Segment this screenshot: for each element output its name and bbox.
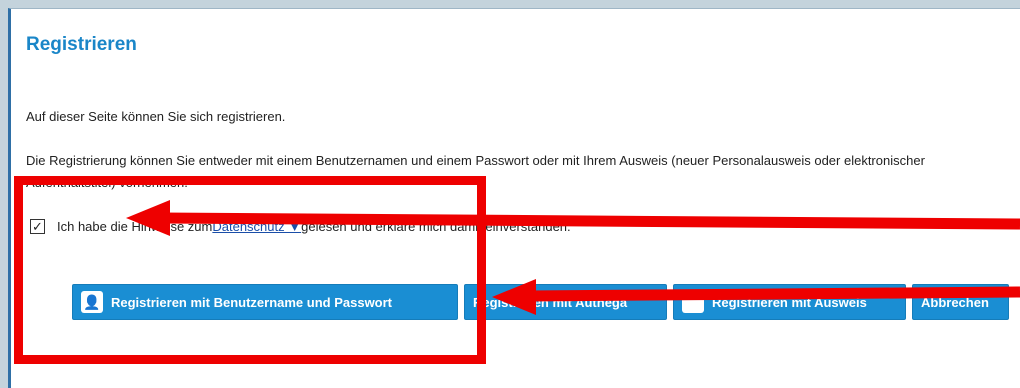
annotation-arrow-bottom [529,286,1020,302]
annotation-arrow-top [159,212,1020,230]
annotation-arrows [126,200,1020,315]
annotation-arrowhead-bottom [492,279,536,315]
annotation-arrowhead-top [126,200,170,236]
